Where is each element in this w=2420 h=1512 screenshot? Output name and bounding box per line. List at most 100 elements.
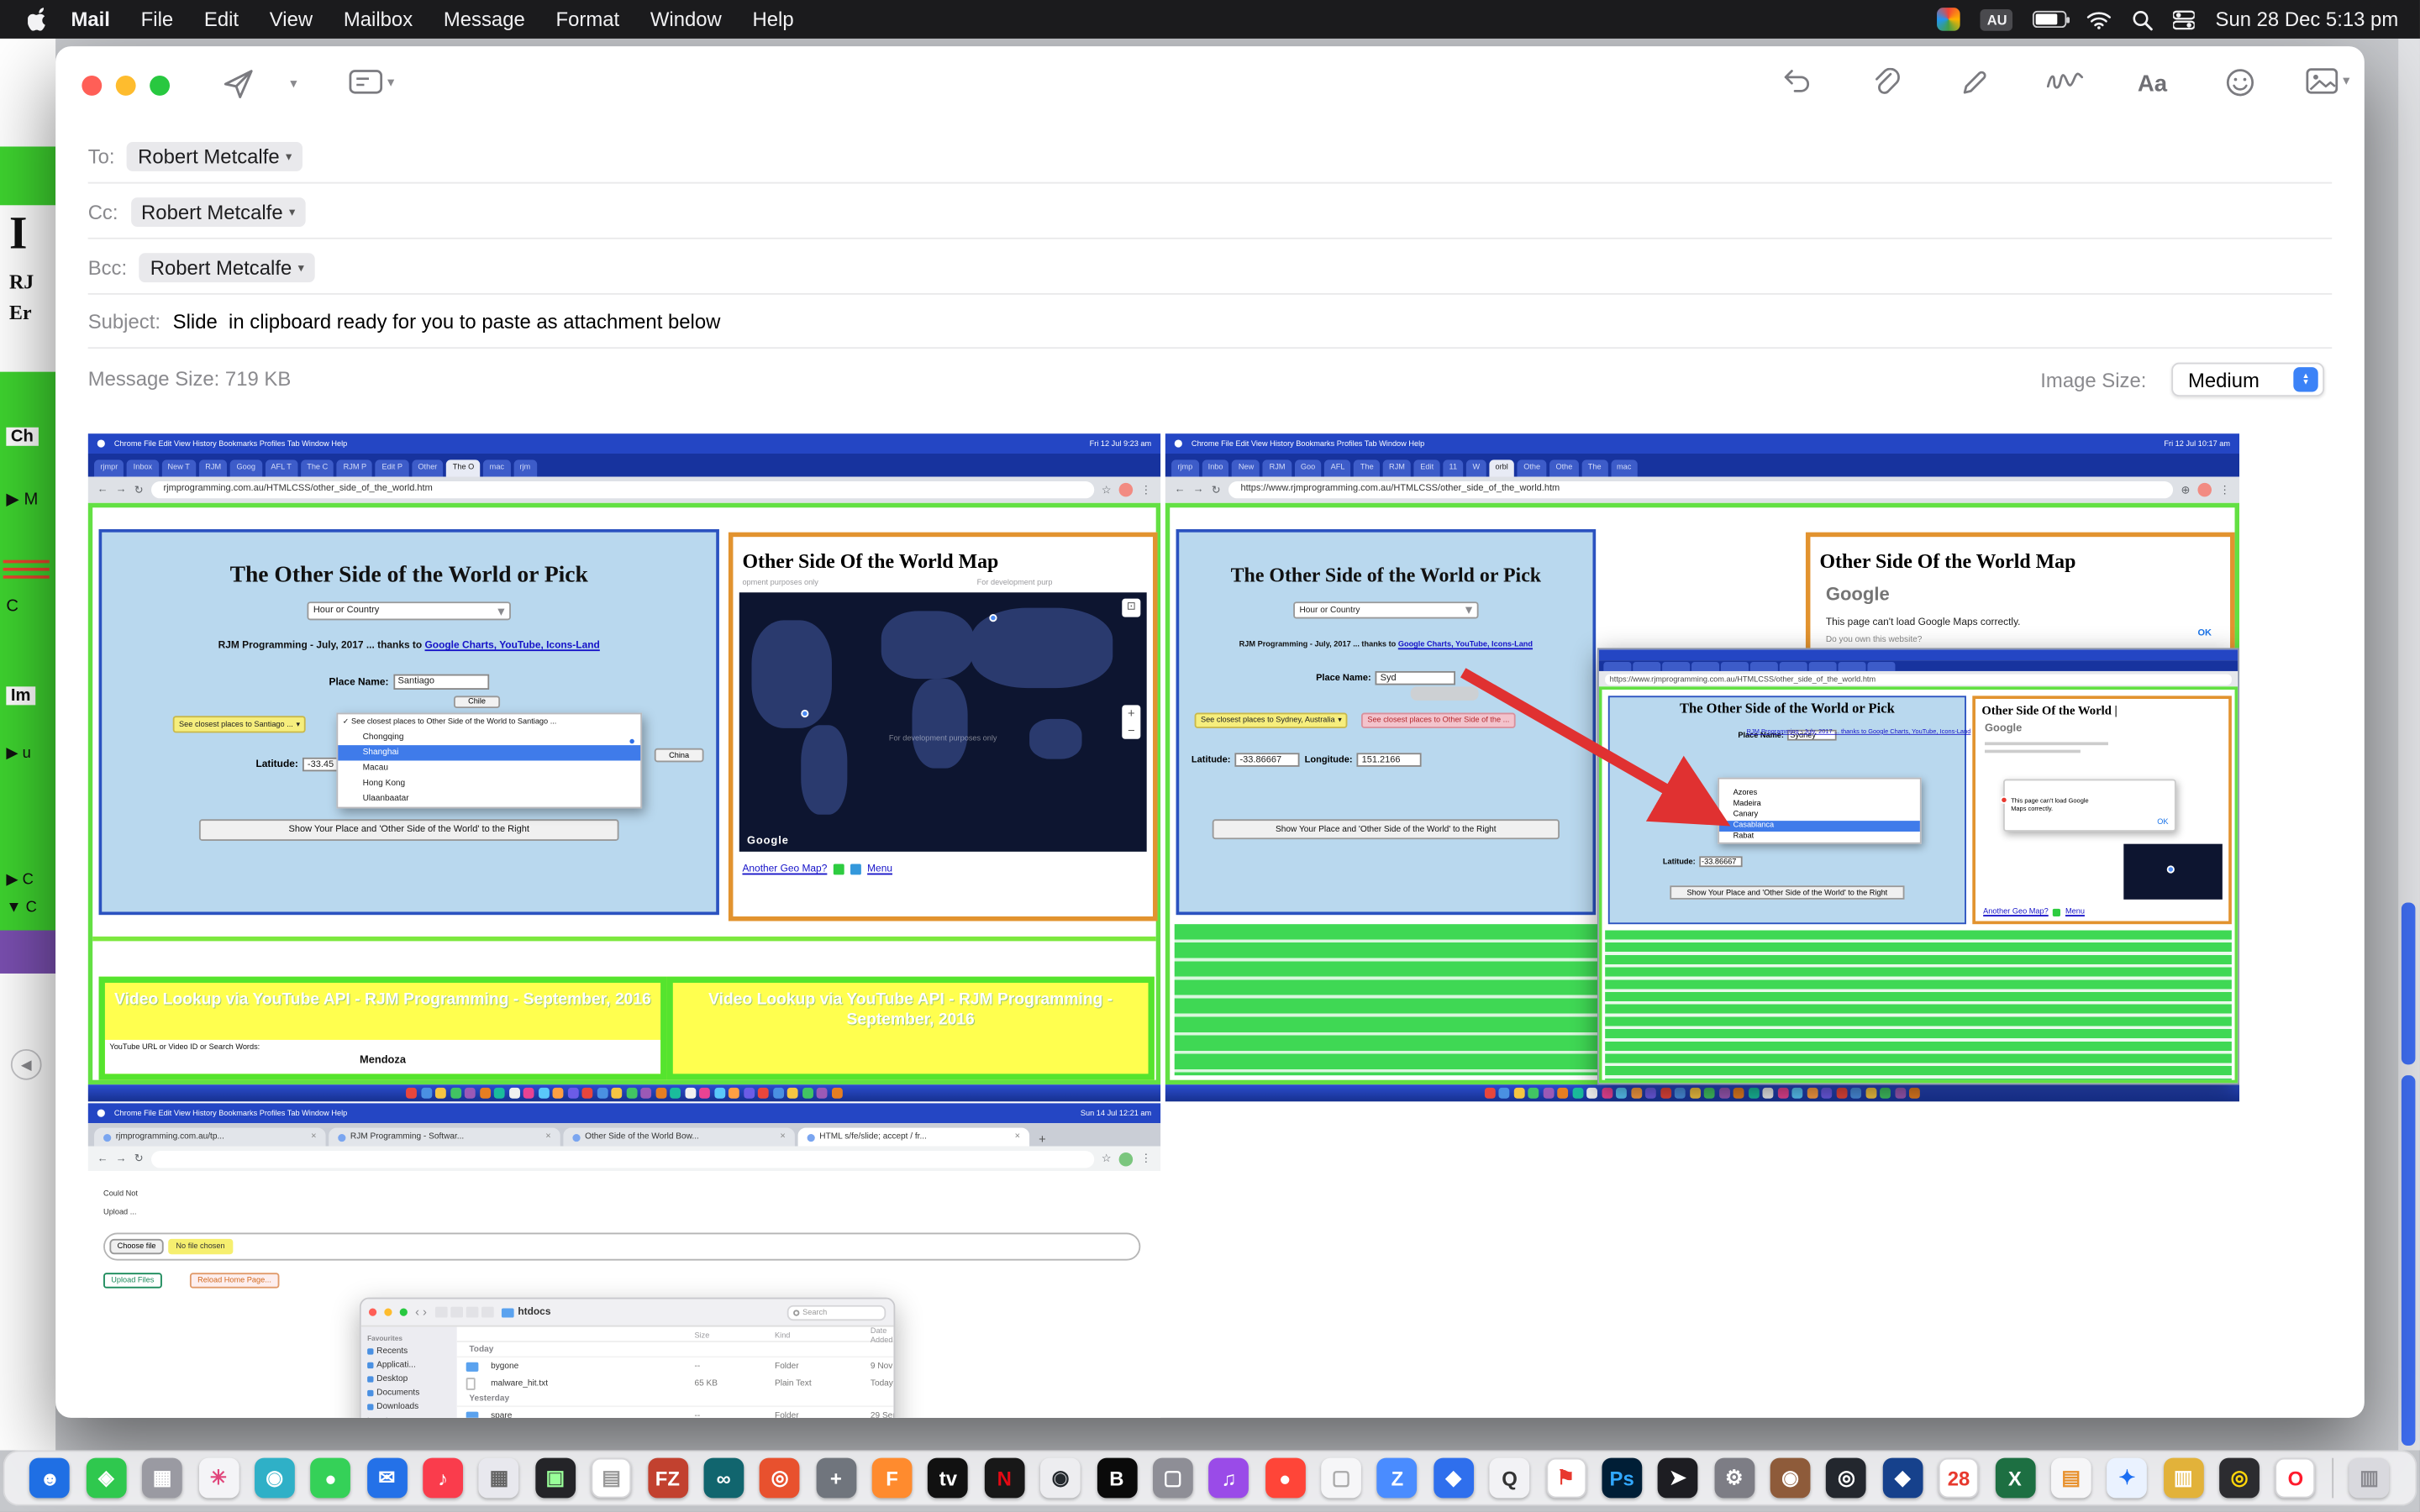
- dock-calendar[interactable]: 28: [1939, 1458, 1979, 1499]
- sidebar-item-label: Applicati...: [376, 1360, 416, 1369]
- dock-app-red-dot[interactable]: ●: [1265, 1458, 1305, 1499]
- dock-app-teal[interactable]: ◉: [255, 1458, 295, 1499]
- dock-netflix[interactable]: N: [984, 1458, 1024, 1499]
- background-window-left[interactable]: I RJ Er Ch ▶ M C Im ▶ u ▶ C ▼ C ◀: [0, 39, 55, 1451]
- cc-recipient-token[interactable]: Robert Metcalfe▾: [130, 197, 306, 226]
- undo-icon[interactable]: [1781, 68, 1812, 96]
- spotlight-icon[interactable]: [2132, 8, 2154, 30]
- dock-app-blue[interactable]: ◆: [1434, 1458, 1474, 1499]
- dock-photoshop[interactable]: Ps: [1602, 1458, 1642, 1499]
- send-button[interactable]: [222, 68, 255, 101]
- dock-app-grid[interactable]: ▦: [142, 1458, 182, 1499]
- scrollbar-thumb[interactable]: [2402, 1075, 2416, 1446]
- close-button[interactable]: [82, 76, 102, 96]
- dock-app-plane[interactable]: ➤: [1658, 1458, 1698, 1499]
- menubar-item-file[interactable]: File: [125, 8, 188, 31]
- mini-dock-icon: [1631, 1088, 1642, 1099]
- attachment-screenshot-3[interactable]: Chrome File Edit View History Bookmarks …: [88, 1103, 1161, 1418]
- format-button[interactable]: Aa: [2138, 71, 2167, 97]
- sidebar-item-label: Recents: [376, 1347, 408, 1356]
- dock-podcasts[interactable]: ♫: [1209, 1458, 1249, 1499]
- dock-app-card[interactable]: ▢: [1153, 1458, 1193, 1499]
- attach-icon[interactable]: [1872, 68, 1900, 99]
- dock-app-target[interactable]: ◎: [760, 1458, 800, 1499]
- menubar-item-view[interactable]: View: [254, 8, 328, 31]
- dock-obs[interactable]: ◎: [1827, 1458, 1867, 1499]
- token-chevron-icon[interactable]: ▾: [289, 204, 295, 218]
- dock-filezilla[interactable]: FZ: [647, 1458, 687, 1499]
- dock-app-q[interactable]: Q: [1490, 1458, 1530, 1499]
- battery-icon[interactable]: [2033, 11, 2067, 28]
- dock-maps[interactable]: ⚑: [1545, 1458, 1586, 1499]
- attachment-screenshot-2[interactable]: Chrome File Edit View History Bookmarks …: [1165, 433, 2239, 1101]
- send-options-chevron-icon[interactable]: ▾: [290, 76, 297, 92]
- credit-line: RJM Programming - July, 2017 ... thanks …: [1179, 640, 1592, 649]
- dock-photo-booth[interactable]: ◎: [2219, 1458, 2260, 1499]
- menubar-clock[interactable]: Sun 28 Dec 5:13 pm: [2216, 8, 2399, 31]
- scrollbar-thumb[interactable]: [2402, 902, 2416, 1064]
- signature-icon[interactable]: [2046, 68, 2083, 92]
- dock-app-green[interactable]: ◈: [86, 1458, 126, 1499]
- dock-safari[interactable]: ✦: [2107, 1458, 2148, 1499]
- dock-app-infinity[interactable]: ∞: [703, 1458, 744, 1499]
- dock-photos[interactable]: ✳: [198, 1458, 239, 1499]
- image-size-dropdown[interactable]: Medium ▲▼: [2171, 363, 2324, 396]
- browser-tab: New: [1233, 459, 1260, 476]
- header-fields-button[interactable]: ▾: [349, 68, 394, 96]
- dock-trash[interactable]: ▥: [2349, 1458, 2390, 1499]
- bcc-recipient-token[interactable]: Robert Metcalfe▾: [139, 252, 315, 281]
- reload-home-button: Reload Home Page...: [190, 1273, 279, 1288]
- keyboard-layout-badge[interactable]: AU: [1981, 8, 2013, 30]
- minimize-button[interactable]: [116, 76, 136, 96]
- dock-opera[interactable]: O: [2275, 1458, 2316, 1499]
- dock-settings[interactable]: ⚙: [1714, 1458, 1754, 1499]
- dock-finder[interactable]: ☻: [30, 1458, 71, 1499]
- menubar-item-mailbox[interactable]: Mailbox: [328, 8, 428, 31]
- dock-excel[interactable]: X: [1995, 1458, 2035, 1499]
- attachment-screenshot-1[interactable]: Chrome File Edit View History Bookmarks …: [88, 433, 1161, 1101]
- dock-app-brown[interactable]: ◉: [1770, 1458, 1811, 1499]
- token-chevron-icon[interactable]: ▾: [298, 260, 304, 274]
- browser-tab: rjmprogramming.com.au/tp...×: [94, 1128, 326, 1147]
- zoom-button[interactable]: [150, 76, 170, 96]
- dock-textedit[interactable]: ▤: [592, 1458, 632, 1499]
- dock-app-b[interactable]: B: [1097, 1458, 1137, 1499]
- menubar-item-edit[interactable]: Edit: [189, 8, 255, 31]
- dock-app-navy[interactable]: ◆: [1882, 1458, 1923, 1499]
- photo-browser-button[interactable]: ▾: [2306, 68, 2349, 94]
- to-recipient-token[interactable]: Robert Metcalfe▾: [127, 141, 302, 171]
- dock-zoom[interactable]: Z: [1377, 1458, 1418, 1499]
- subject-input[interactable]: Slide in clipboard ready for you to past…: [173, 309, 721, 333]
- dock-launchpad[interactable]: ▦: [479, 1458, 519, 1499]
- favicon-icon: [572, 1133, 580, 1141]
- menubar-item-help[interactable]: Help: [737, 8, 809, 31]
- dock-app-lime[interactable]: ●: [311, 1458, 351, 1499]
- dock-app-gold[interactable]: ▥: [2163, 1458, 2203, 1499]
- dock-app-white[interactable]: ▢: [1321, 1458, 1361, 1499]
- dock-mail[interactable]: ✉: [366, 1458, 407, 1499]
- token-chevron-icon[interactable]: ▾: [286, 149, 292, 163]
- stepper-icon[interactable]: ▲▼: [2293, 367, 2317, 391]
- browser-tab: rjm: [513, 459, 536, 476]
- menubar-item-message[interactable]: Message: [429, 8, 541, 31]
- cell-c2: 65 KB: [695, 1378, 776, 1388]
- dock-pages[interactable]: ▤: [2051, 1458, 2091, 1499]
- dock-music[interactable]: ♪: [423, 1458, 463, 1499]
- menu-extra-icon[interactable]: [1938, 8, 1961, 31]
- menubar-item-window[interactable]: Window: [634, 8, 737, 31]
- background-back-button[interactable]: ◀: [11, 1049, 42, 1080]
- dock-apple-tv[interactable]: tv: [929, 1458, 969, 1499]
- dock-terminal[interactable]: ▣: [535, 1458, 576, 1499]
- background-scrollbar[interactable]: [2398, 39, 2420, 1451]
- apple-menu-icon[interactable]: [24, 7, 49, 31]
- field-divider: [88, 238, 2333, 239]
- menubar-item-mail[interactable]: Mail: [55, 8, 125, 31]
- emoji-icon[interactable]: [2226, 68, 2255, 97]
- markup-icon[interactable]: [1960, 68, 1990, 97]
- dock-firefox[interactable]: F: [872, 1458, 913, 1499]
- control-center-icon[interactable]: [2174, 8, 2196, 30]
- dock-github[interactable]: ◉: [1040, 1458, 1081, 1499]
- wifi-icon[interactable]: [2087, 10, 2112, 29]
- menubar-item-format[interactable]: Format: [540, 8, 634, 31]
- dock-app-plus[interactable]: +: [816, 1458, 856, 1499]
